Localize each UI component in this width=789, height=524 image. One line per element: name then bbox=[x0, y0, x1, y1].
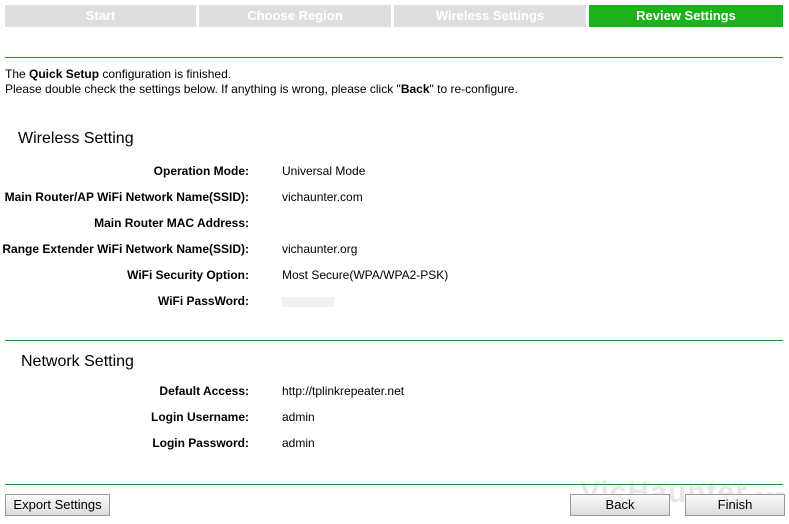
back-button[interactable]: Back bbox=[570, 494, 670, 516]
blurred-password bbox=[282, 297, 334, 307]
intro-line-1: The Quick Setup configuration is finishe… bbox=[5, 67, 518, 82]
label-security-option: WiFi Security Option: bbox=[127, 268, 249, 282]
value-security-option: Most Secure(WPA/WPA2-PSK) bbox=[282, 268, 449, 282]
quick-setup-emphasis: Quick Setup bbox=[29, 67, 100, 81]
row-main-router-mac: Main Router MAC Address: bbox=[0, 216, 789, 232]
value-default-access: http://tplinkrepeater.net bbox=[282, 384, 405, 398]
row-operation-mode: Operation Mode: Universal Mode bbox=[0, 164, 789, 180]
step-start: Start bbox=[5, 5, 196, 27]
value-wifi-password-masked bbox=[282, 294, 334, 310]
intro-text: The Quick Setup configuration is finishe… bbox=[5, 67, 518, 97]
label-main-router-mac: Main Router MAC Address: bbox=[94, 216, 249, 230]
row-main-router-ssid: Main Router/AP WiFi Network Name(SSID): … bbox=[0, 190, 789, 206]
step-wireless-settings: Wireless Settings bbox=[394, 5, 586, 27]
label-default-access: Default Access: bbox=[159, 384, 249, 398]
back-emphasis: Back bbox=[400, 82, 430, 96]
label-operation-mode: Operation Mode: bbox=[153, 164, 249, 178]
intro-text-part: " to re-configure. bbox=[429, 82, 518, 96]
label-login-password: Login Password: bbox=[152, 436, 249, 450]
value-main-router-ssid: vichaunter.com bbox=[282, 190, 363, 204]
export-settings-button[interactable]: Export Settings bbox=[5, 494, 110, 516]
value-login-password: admin bbox=[282, 436, 315, 450]
label-main-router-ssid: Main Router/AP WiFi Network Name(SSID): bbox=[4, 190, 249, 204]
label-wifi-password: WiFi PassWord: bbox=[157, 294, 249, 308]
row-extender-ssid: Range Extender WiFi Network Name(SSID): … bbox=[0, 242, 789, 258]
divider-middle bbox=[5, 340, 783, 341]
finish-button[interactable]: Finish bbox=[685, 494, 785, 516]
intro-text-part: Please double check the settings below. … bbox=[5, 82, 401, 96]
wireless-section-title: Wireless Setting bbox=[18, 130, 134, 147]
row-security-option: WiFi Security Option: Most Secure(WPA/WP… bbox=[0, 268, 789, 284]
row-wifi-password: WiFi PassWord: bbox=[0, 294, 789, 310]
row-login-username: Login Username: admin bbox=[0, 410, 789, 426]
step-review-settings: Review Settings bbox=[589, 5, 783, 27]
intro-text-part: The bbox=[5, 67, 30, 81]
intro-text-part: configuration is finished. bbox=[99, 67, 232, 81]
value-extender-ssid: vichaunter.org bbox=[282, 242, 358, 256]
label-login-username: Login Username: bbox=[150, 410, 249, 424]
row-login-password: Login Password: admin bbox=[0, 436, 789, 452]
label-extender-ssid: Range Extender WiFi Network Name(SSID): bbox=[2, 242, 249, 256]
network-section-title: Network Setting bbox=[21, 353, 134, 370]
intro-line-2: Please double check the settings below. … bbox=[5, 82, 518, 97]
value-login-username: admin bbox=[282, 410, 315, 424]
row-default-access: Default Access: http://tplinkrepeater.ne… bbox=[0, 384, 789, 400]
wizard-steps: Start Choose Region Wireless Settings Re… bbox=[5, 5, 783, 27]
value-operation-mode: Universal Mode bbox=[282, 164, 366, 178]
step-choose-region: Choose Region bbox=[199, 5, 391, 27]
divider-top bbox=[5, 57, 783, 58]
